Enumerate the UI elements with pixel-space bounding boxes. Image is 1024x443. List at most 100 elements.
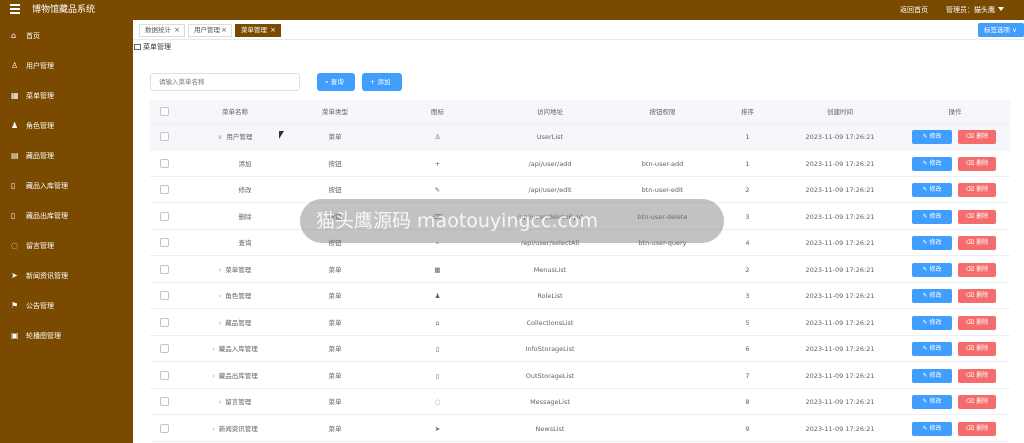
expand-arrow-icon[interactable]: ∨ <box>218 133 223 141</box>
menu-toggle-icon[interactable] <box>10 4 20 16</box>
edit-button[interactable]: ✎ 修改 <box>912 315 952 330</box>
row-checkbox[interactable] <box>160 264 169 274</box>
tab-data-stats[interactable]: 数据统计 × <box>139 24 185 37</box>
table-row[interactable]: 添加 按钮 + /api/user/add btn-user-add 1 2023-11-0… <box>150 150 1010 177</box>
delete-button[interactable]: ⌫ 删除 <box>958 315 996 330</box>
row-checkbox[interactable] <box>160 370 169 380</box>
sidebar-item[interactable]: ▯ 藏品入库管理 <box>0 175 133 197</box>
row-checkbox[interactable] <box>160 238 169 247</box>
add-button[interactable]: + 添加 <box>362 73 402 91</box>
edit-button[interactable]: ✎ 修改 <box>912 236 952 250</box>
delete-button[interactable]: ⌫ 删除 <box>958 368 996 383</box>
menu-permission <box>605 124 720 150</box>
delete-button[interactable]: ⌫ 删除 <box>958 289 996 303</box>
back-home-link[interactable]: 返回首页 <box>900 4 928 16</box>
query-button[interactable]: ⌕ 查询 <box>317 73 355 91</box>
delete-button[interactable]: ⌫ 删除 <box>958 183 996 197</box>
delete-button[interactable]: ⌫ 删除 <box>958 209 996 224</box>
menu-url: OutStorageList <box>525 371 575 380</box>
menu-type: 菜单 <box>328 424 342 433</box>
edit-button[interactable]: ✎ 修改 <box>912 209 952 224</box>
edit-button[interactable]: ✎ 修改 <box>912 395 952 409</box>
sidebar-item[interactable]: ♟ 角色管理 <box>0 115 133 137</box>
tab-options-button[interactable]: 标签选项 ∨ <box>978 23 1024 37</box>
table-row[interactable]: › 藏品出库管理 菜单 ▯ OutStorageList 7 2023-11-09 17:2… <box>150 362 1010 389</box>
row-checkbox[interactable] <box>160 211 169 221</box>
expand-arrow-icon[interactable]: › <box>219 292 222 300</box>
expand-arrow-icon[interactable]: › <box>219 398 222 406</box>
menu-name-cell: 修改 <box>190 177 300 203</box>
table-row[interactable]: › 藏品入库管理 菜单 ▯ InfoStorageList 6 2023-11-09 17:… <box>150 336 1010 362</box>
edit-button[interactable]: ✎ 修改 <box>912 130 952 144</box>
sidebar-item[interactable]: ▣ 轮播图管理 <box>0 325 133 347</box>
delete-button[interactable]: ⌫ 删除 <box>958 395 996 409</box>
sidebar-item[interactable]: ▯ 藏品出库管理 <box>0 205 133 227</box>
table-row[interactable]: › 角色管理 菜单 ♟ RoleList 3 2023-11-09 17:26:21 ✎ 修改… <box>150 283 1010 309</box>
row-checkbox[interactable] <box>160 344 169 353</box>
table-row[interactable]: › 新闻资讯管理 菜单 ➤ NewsList 9 2023-11-09 17:26:21 ✎ … <box>150 415 1010 442</box>
menu-icon-cell: ▯ <box>380 363 495 389</box>
created-time: 2023-11-09 17:26:21 <box>805 212 875 221</box>
trash-icon: ⌫ <box>965 345 975 352</box>
delete-button[interactable]: ⌫ 删除 <box>958 130 996 144</box>
edit-label: 修改 <box>929 318 942 326</box>
menu-type: 菜单 <box>328 133 342 141</box>
tab-menu-manage[interactable]: 菜单管理 × <box>235 24 281 37</box>
row-checkbox[interactable] <box>160 317 169 327</box>
expand-arrow-icon[interactable]: › <box>219 266 222 274</box>
sidebar-item[interactable]: ◌ 留言管理 <box>0 235 133 257</box>
edit-button[interactable]: ✎ 修改 <box>912 421 952 436</box>
person-icon: ♟ <box>434 292 441 300</box>
edit-button[interactable]: ✎ 修改 <box>912 262 952 277</box>
row-checkbox[interactable] <box>160 423 169 433</box>
menu-url: MessageList <box>530 398 570 406</box>
sidebar-item[interactable]: ▦ 菜单管理 <box>0 85 133 107</box>
tab-user-manage[interactable]: 用户管理 × <box>188 24 232 37</box>
edit-button[interactable]: ✎ 修改 <box>912 183 952 197</box>
row-checkbox[interactable] <box>160 132 169 141</box>
sidebar-item[interactable]: ⌂ 首页 <box>0 25 133 47</box>
menu-type: 菜单 <box>328 371 342 380</box>
edit-button[interactable]: ✎ 修改 <box>912 156 952 171</box>
breadcrumb-label: 菜单管理 <box>143 43 171 51</box>
menu-name-cell: › 留言管理 <box>180 389 290 415</box>
expand-arrow-icon[interactable]: › <box>212 372 215 380</box>
sidebar-item[interactable]: ♙ 用户管理 <box>0 55 133 77</box>
delete-button[interactable]: ⌫ 删除 <box>958 236 996 250</box>
edit-button[interactable]: ✎ 修改 <box>912 368 952 383</box>
close-icon[interactable]: × <box>221 25 227 36</box>
sidebar-item[interactable]: ⚑ 公告管理 <box>0 295 133 317</box>
row-checkbox[interactable] <box>160 158 169 168</box>
menu-icon-cell: + <box>380 151 495 177</box>
menu-name: 藏品出库管理 <box>218 371 258 380</box>
menu-name-search-input[interactable] <box>150 73 300 91</box>
table-row[interactable]: › 菜单管理 菜单 ▦ MenusList 2 2023-11-09 17:26:21 ✎ 修… <box>150 256 1010 283</box>
sidebar-item[interactable]: ➤ 新闻资讯管理 <box>0 265 133 287</box>
row-checkbox[interactable] <box>160 291 169 300</box>
expand-arrow-icon[interactable]: › <box>212 345 215 353</box>
bank-icon: ⌂ <box>435 318 440 327</box>
edit-button[interactable]: ✎ 修改 <box>912 289 952 303</box>
select-all-checkbox[interactable] <box>160 107 169 116</box>
admin-dropdown[interactable]: 管理员：猫头鹰 <box>946 4 1004 16</box>
sidebar-item[interactable]: ▤ 藏品管理 <box>0 145 133 167</box>
expand-arrow-icon[interactable]: › <box>219 319 222 327</box>
table-row[interactable]: › 藏品管理 菜单 ⌂ CollectionsList 5 2023-11-09 17:26… <box>150 309 1010 336</box>
tab-label: 菜单管理 <box>241 26 267 34</box>
row-checkbox[interactable] <box>160 397 169 406</box>
close-icon[interactable]: × <box>270 25 276 36</box>
close-icon[interactable]: × <box>174 25 180 36</box>
delete-button[interactable]: ⌫ 删除 <box>958 342 996 356</box>
menu-permission: btn-user-add <box>641 159 684 168</box>
edit-icon: ✎ <box>922 318 928 326</box>
row-checkbox[interactable] <box>160 185 169 194</box>
caret-down-icon <box>998 7 1004 11</box>
delete-button[interactable]: ⌫ 删除 <box>958 156 996 171</box>
menu-name-cell: › 藏品出库管理 <box>180 363 290 389</box>
edit-button[interactable]: ✎ 修改 <box>912 342 952 356</box>
expand-arrow-icon[interactable]: › <box>212 425 215 433</box>
delete-button[interactable]: ⌫ 删除 <box>958 262 996 277</box>
delete-button[interactable]: ⌫ 删除 <box>958 421 996 436</box>
table-row[interactable]: › 留言管理 菜单 ◌ MessageList 8 2023-11-09 17:26:21 ✎… <box>150 389 1010 415</box>
send-icon: ➤ <box>434 424 441 433</box>
